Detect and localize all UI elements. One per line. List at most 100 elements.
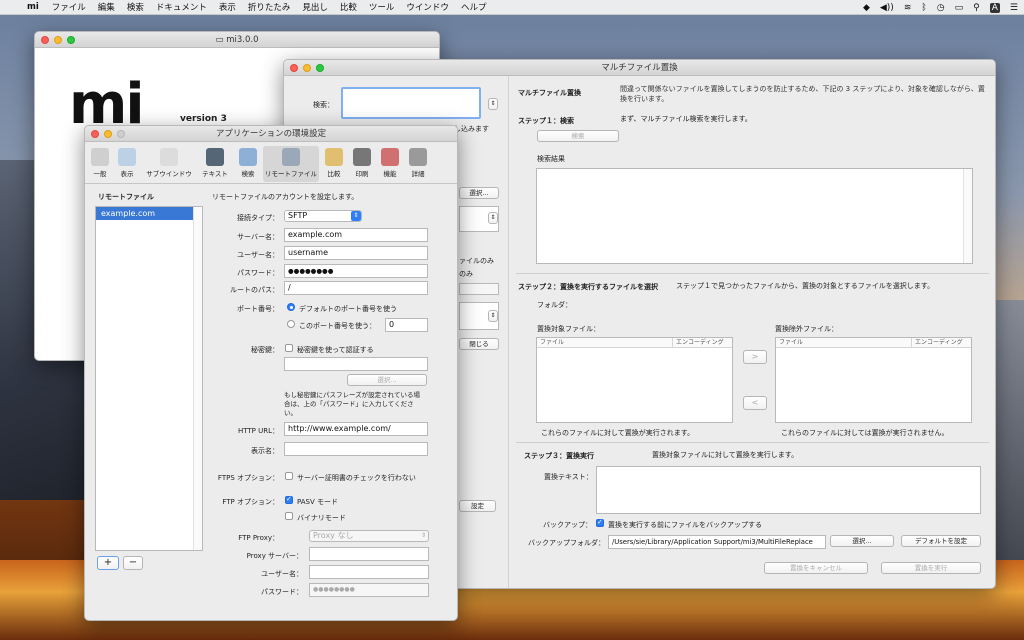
excluded-file-column-header[interactable]: ファイル bbox=[776, 338, 912, 348]
root-path-field[interactable]: / bbox=[284, 281, 428, 295]
toolbar-item-6[interactable]: 比較 bbox=[321, 146, 347, 182]
partial-select-button[interactable]: 選択... bbox=[459, 187, 499, 199]
partial-popup[interactable] bbox=[459, 283, 499, 295]
menu-3[interactable]: ドキュメント bbox=[150, 1, 213, 13]
search-results-list[interactable] bbox=[536, 168, 973, 264]
toolbar-item-5[interactable]: リモートファイル bbox=[263, 146, 319, 182]
battery-icon[interactable]: ▭ bbox=[955, 3, 964, 13]
spotlight-icon[interactable]: ⚲ bbox=[973, 3, 980, 13]
search-input[interactable] bbox=[341, 87, 481, 119]
close-button[interactable] bbox=[91, 130, 99, 138]
binary-checkbox[interactable] bbox=[285, 512, 293, 520]
partial-close-button[interactable]: 閉じる bbox=[459, 338, 499, 350]
partial-stepper-2[interactable]: ⇕ bbox=[488, 310, 498, 322]
ftps-checkbox[interactable] bbox=[285, 472, 293, 480]
menu-4[interactable]: 表示 bbox=[213, 1, 242, 13]
menu-2[interactable]: 検索 bbox=[121, 1, 150, 13]
toolbar-item-4[interactable]: 検索 bbox=[235, 146, 261, 182]
minimize-button[interactable] bbox=[303, 64, 311, 72]
notification-center-icon[interactable]: ☰ bbox=[1010, 3, 1018, 13]
target-file-column-header[interactable]: ファイル bbox=[537, 338, 673, 348]
menu-5[interactable]: 折りたたみ bbox=[242, 1, 297, 13]
account-list[interactable]: example.com bbox=[95, 206, 203, 551]
target-encoding-column-header[interactable]: エンコーディング bbox=[673, 338, 732, 348]
private-key-checkbox[interactable] bbox=[285, 344, 293, 352]
toolbar-item-label: 表示 bbox=[120, 170, 134, 178]
add-account-button[interactable]: + bbox=[97, 556, 119, 570]
zoom-button[interactable] bbox=[67, 36, 75, 44]
time-machine-icon[interactable]: ◷ bbox=[937, 3, 945, 13]
header-description: 間違って関係ないファイルを置換してしまうのを防止するため、下記の 3 ステップに… bbox=[620, 85, 985, 103]
close-button[interactable] bbox=[41, 36, 49, 44]
http-url-field[interactable]: http://www.example.com/ bbox=[284, 422, 428, 436]
ftp-option-label: FTP オプション： bbox=[222, 498, 279, 506]
subwindow-icon bbox=[160, 148, 178, 166]
step3-title: ステップ３：置換実行 bbox=[524, 452, 594, 460]
menu-1[interactable]: 編集 bbox=[92, 1, 121, 13]
password-field[interactable]: ●●●●●●●● bbox=[284, 264, 428, 278]
search-history-stepper[interactable]: ⇕ bbox=[488, 98, 498, 110]
partial-stepper[interactable]: ⇕ bbox=[488, 212, 498, 224]
proxy-server-field[interactable] bbox=[309, 547, 429, 561]
zoom-button[interactable] bbox=[316, 64, 324, 72]
excluded-encoding-column-header[interactable]: エンコーディング bbox=[912, 338, 971, 348]
replace-text-input[interactable] bbox=[596, 466, 981, 514]
partial-settings-button[interactable]: 設定 bbox=[459, 500, 496, 512]
ftp-proxy-popup[interactable]: Proxy なし ⇕ bbox=[309, 530, 429, 542]
backup-checkbox-label: 置換を実行する前にファイルをバックアップする bbox=[608, 521, 762, 529]
custom-port-radio[interactable] bbox=[287, 320, 295, 328]
account-item[interactable]: example.com bbox=[96, 207, 193, 220]
document-icon: ▭ bbox=[215, 35, 227, 45]
close-button[interactable] bbox=[290, 64, 298, 72]
private-key-select-button[interactable]: 選択... bbox=[347, 374, 427, 386]
execute-replace-button[interactable]: 置換を実行 bbox=[881, 562, 981, 574]
wifi-icon[interactable]: ≋ bbox=[904, 3, 912, 13]
toolbar-item-1[interactable]: 表示 bbox=[113, 146, 141, 182]
port-field[interactable]: 0 bbox=[385, 318, 428, 332]
toolbar-item-0[interactable]: 一般 bbox=[89, 146, 111, 182]
backup-folder-path[interactable]: /Users/sie/Library/Application Support/m… bbox=[608, 535, 826, 549]
zoom-button[interactable] bbox=[117, 130, 125, 138]
remove-account-button[interactable]: − bbox=[123, 556, 143, 570]
app-menu[interactable]: mi bbox=[20, 2, 46, 12]
move-to-excluded-button[interactable]: > bbox=[743, 350, 767, 364]
pasv-checkbox[interactable] bbox=[285, 495, 293, 504]
target-files-list[interactable]: ファイル エンコーディング bbox=[536, 337, 733, 423]
toolbar-item-3[interactable]: テキスト bbox=[197, 146, 233, 182]
excluded-files-list[interactable]: ファイル エンコーディング bbox=[775, 337, 972, 423]
private-key-path-field[interactable] bbox=[284, 357, 428, 371]
backup-select-button[interactable]: 選択... bbox=[830, 535, 894, 547]
toolbar-item-label: 比較 bbox=[327, 170, 341, 178]
menu-6[interactable]: 見出し bbox=[296, 1, 334, 13]
toolbar-item-7[interactable]: 印刷 bbox=[349, 146, 375, 182]
menu-7[interactable]: 比較 bbox=[334, 1, 363, 13]
bluetooth-icon[interactable]: ᛒ bbox=[921, 3, 926, 13]
menu-8[interactable]: ツール bbox=[363, 1, 401, 13]
proxy-user-field[interactable] bbox=[309, 565, 429, 579]
exclude-note: これらのファイルに対しては置換が実行されません。 bbox=[781, 429, 949, 437]
menu-0[interactable]: ファイル bbox=[46, 1, 92, 13]
backup-checkbox[interactable] bbox=[596, 518, 604, 527]
server-field[interactable]: example.com bbox=[284, 228, 428, 242]
minimize-button[interactable] bbox=[54, 36, 62, 44]
toolbar-item-2[interactable]: サブウインドウ bbox=[143, 146, 195, 182]
cancel-replace-button[interactable]: 置換をキャンセル bbox=[764, 562, 868, 574]
menu-9[interactable]: ウインドウ bbox=[400, 1, 455, 13]
search-button[interactable]: 検索 bbox=[537, 130, 619, 142]
volume-icon[interactable]: ◀)) bbox=[880, 3, 894, 13]
menu-10[interactable]: ヘルプ bbox=[455, 1, 493, 13]
toolbar-item-9[interactable]: 詳細 bbox=[405, 146, 431, 182]
proxy-password-field[interactable]: ●●●●●●●● bbox=[309, 583, 429, 597]
display-name-field[interactable] bbox=[284, 442, 428, 456]
input-method-icon[interactable]: A bbox=[989, 2, 1000, 13]
minimize-button[interactable] bbox=[104, 130, 112, 138]
toolbar-item-8[interactable]: 機能 bbox=[377, 146, 403, 182]
dropbox-icon[interactable]: ◆ bbox=[863, 3, 870, 13]
set-default-button[interactable]: デフォルトを設定 bbox=[901, 535, 981, 547]
connection-type-popup[interactable]: SFTP ⇕ bbox=[284, 210, 362, 222]
default-port-radio[interactable] bbox=[287, 303, 295, 311]
move-to-target-button[interactable]: < bbox=[743, 396, 767, 410]
results-label: 検索結果 bbox=[537, 155, 565, 163]
user-field[interactable]: username bbox=[284, 246, 428, 260]
results-scrollbar[interactable] bbox=[963, 169, 972, 263]
